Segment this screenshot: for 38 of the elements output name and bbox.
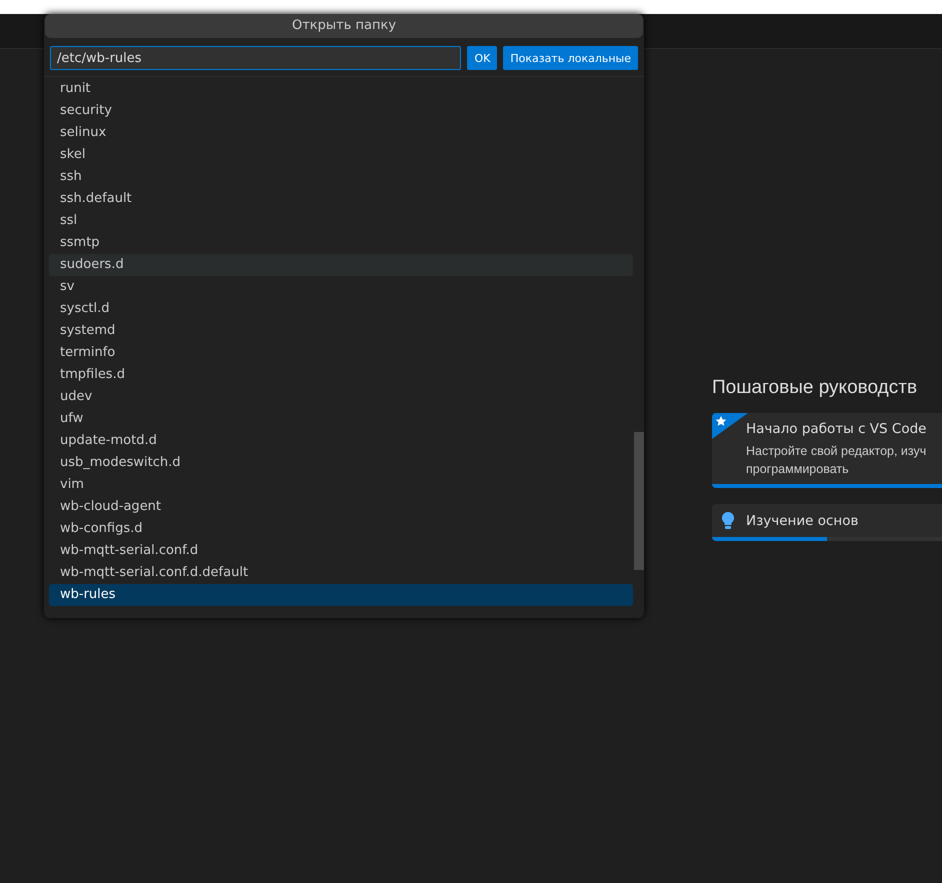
folder-list-item[interactable]: sv [49,276,633,298]
folder-list-item[interactable]: wb-cloud-agent [49,496,633,518]
folder-list-item[interactable]: wb-mqtt-serial.conf.d [49,540,633,562]
path-input-field[interactable]: /etc/wb-rules [50,46,462,70]
folder-list-item[interactable]: ssh.default [49,188,633,210]
folder-list-item[interactable]: sudoers.d [49,254,633,276]
folder-list-item[interactable]: wb-configs.d [49,518,633,540]
walkthrough-card[interactable]: Начало работы с VS Code Настройте свой редактор, изуч программировать [712,413,942,488]
walkthrough-card[interactable]: Изучение основ [712,504,942,541]
folder-list-item[interactable]: ssmtp [49,232,633,254]
folder-list-item[interactable]: usb_modeswitch.d [49,452,633,474]
walkthroughs-heading: Пошаговые руководств [712,377,918,399]
folder-list-item[interactable]: vim [49,474,633,496]
star-icon [712,413,748,439]
folder-list-item[interactable]: sysctl.d [49,298,633,320]
ok-button[interactable]: OK [467,46,498,70]
folder-list-item[interactable]: udev [49,386,633,408]
folder-list-item[interactable]: terminfo [49,342,633,364]
folder-list-item[interactable]: ssl [49,210,633,232]
folder-list-item[interactable]: wb-mqtt-serial.conf.d.default [49,562,633,584]
show-local-button[interactable]: Показать локальные [503,46,638,70]
folder-list-item[interactable]: runit [49,78,633,100]
folder-list-item[interactable]: security [49,100,633,122]
card-title: Начало работы с VS Code [746,421,928,437]
card-title: Изучение основ [746,512,858,528]
lightbulb-icon [722,512,734,529]
scrollbar-thumb[interactable] [634,432,644,570]
folder-list-item[interactable]: systemd [49,320,633,342]
dialog-title: Открыть папку [45,14,643,38]
folder-list-item[interactable]: selinux [49,122,633,144]
card-description: Настройте свой редактор, изуч [746,443,928,460]
folder-list-item[interactable]: ufw [49,408,633,430]
folder-list-item[interactable]: ssh [49,166,633,188]
card-description: программировать [746,461,850,478]
folder-list-item[interactable]: skel [49,144,633,166]
folder-list-item[interactable]: tmpfiles.d [49,364,633,386]
folder-list-item[interactable]: update-motd.d [49,430,633,452]
folder-list-item[interactable]: wb-rules [49,584,633,606]
